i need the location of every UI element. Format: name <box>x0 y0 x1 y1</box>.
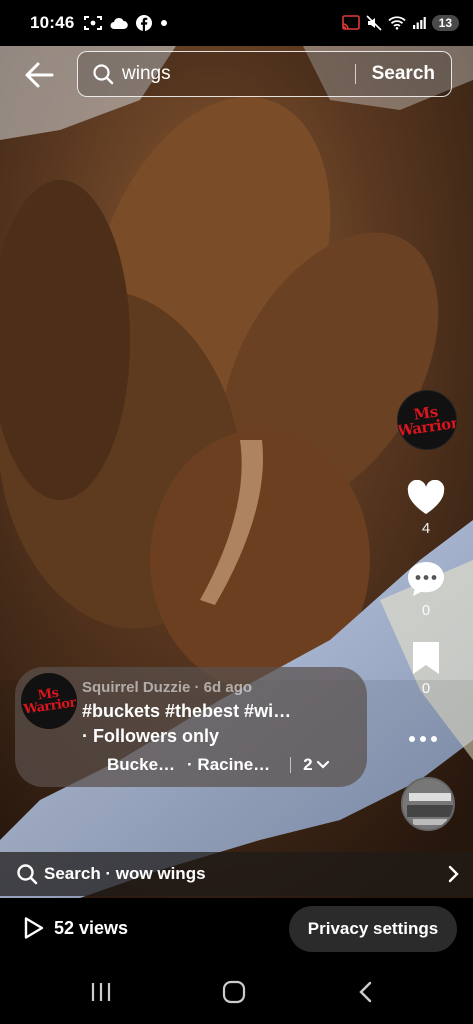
status-system-icons: 13 <box>341 15 459 31</box>
cloud-icon <box>110 17 129 29</box>
system-nav-bar <box>0 962 473 1024</box>
caption-card[interactable]: Ms Warrior Squirrel Duzzie · 6d ago #buc… <box>15 667 367 787</box>
sound-disc[interactable] <box>401 777 455 831</box>
comment-count: 0 <box>421 602 431 619</box>
more-chips-button[interactable]: 2 <box>303 755 329 775</box>
avatar-logo-text: Ms Warrior <box>397 402 457 441</box>
dot-icon <box>161 20 168 26</box>
bottom-bar: 52 views Privacy settings <box>0 898 473 962</box>
caption-chips: Bucke… · Racine… 2 <box>107 755 330 775</box>
save-count: 0 <box>421 680 431 697</box>
search-input[interactable]: wings Search <box>77 51 452 97</box>
search-suggestion-text: Search · wow wings <box>44 864 206 883</box>
play-icon <box>24 917 44 939</box>
caption-author-time[interactable]: Squirrel Duzzie · 6d ago <box>82 679 252 696</box>
more-chips-count: 2 <box>303 755 313 774</box>
heart-icon <box>407 480 445 514</box>
recent-apps-icon[interactable] <box>90 978 112 1006</box>
chevron-right-icon <box>448 865 459 883</box>
chip-location[interactable]: · Racine… <box>187 755 270 775</box>
screenshot-icon <box>84 16 103 30</box>
home-icon[interactable] <box>222 978 246 1006</box>
facebook-icon <box>136 15 153 31</box>
views-count: 52 views <box>54 917 129 938</box>
chip-divider <box>290 757 292 773</box>
search-button[interactable]: Search <box>356 63 451 85</box>
caption-avatar[interactable]: Ms Warrior <box>21 673 77 729</box>
like-button[interactable]: 4 <box>393 480 459 537</box>
status-bar: 10:46 13 <box>0 0 473 46</box>
caption-hashtags[interactable]: #buckets #thebest #wi… <box>82 701 291 722</box>
caption-avatar-logo-text: Ms Warrior <box>22 685 77 718</box>
wifi-icon <box>388 16 406 30</box>
bookmark-icon <box>413 642 439 674</box>
search-query[interactable]: wings <box>122 63 355 85</box>
search-icon <box>17 864 38 885</box>
battery-indicator: 13 <box>431 15 459 31</box>
more-icon[interactable] <box>409 736 437 742</box>
chevron-down-icon <box>316 760 329 769</box>
caption-visibility: · Followers only <box>82 726 220 746</box>
comment-button[interactable]: 0 <box>393 560 459 619</box>
views-stat[interactable]: 52 views <box>22 916 128 940</box>
cast-icon <box>341 15 360 30</box>
back-arrow-icon[interactable] <box>22 58 56 92</box>
search-suggestion-bar[interactable]: Search · wow wings <box>0 852 473 896</box>
status-notification-icons <box>84 15 168 31</box>
save-button[interactable]: 0 <box>393 640 459 697</box>
signal-icon <box>412 17 426 29</box>
comment-icon <box>408 562 444 596</box>
creator-avatar[interactable]: Ms Warrior <box>397 390 457 450</box>
search-icon <box>93 64 114 85</box>
mute-icon <box>366 15 382 31</box>
privacy-settings-button[interactable]: Privacy settings <box>289 906 457 952</box>
chip-buckets[interactable]: Bucke… <box>107 755 175 775</box>
like-count: 4 <box>421 520 431 537</box>
search-header: wings Search <box>0 48 473 100</box>
back-nav-icon[interactable] <box>356 978 376 1006</box>
status-time: 10:46 <box>30 13 75 32</box>
